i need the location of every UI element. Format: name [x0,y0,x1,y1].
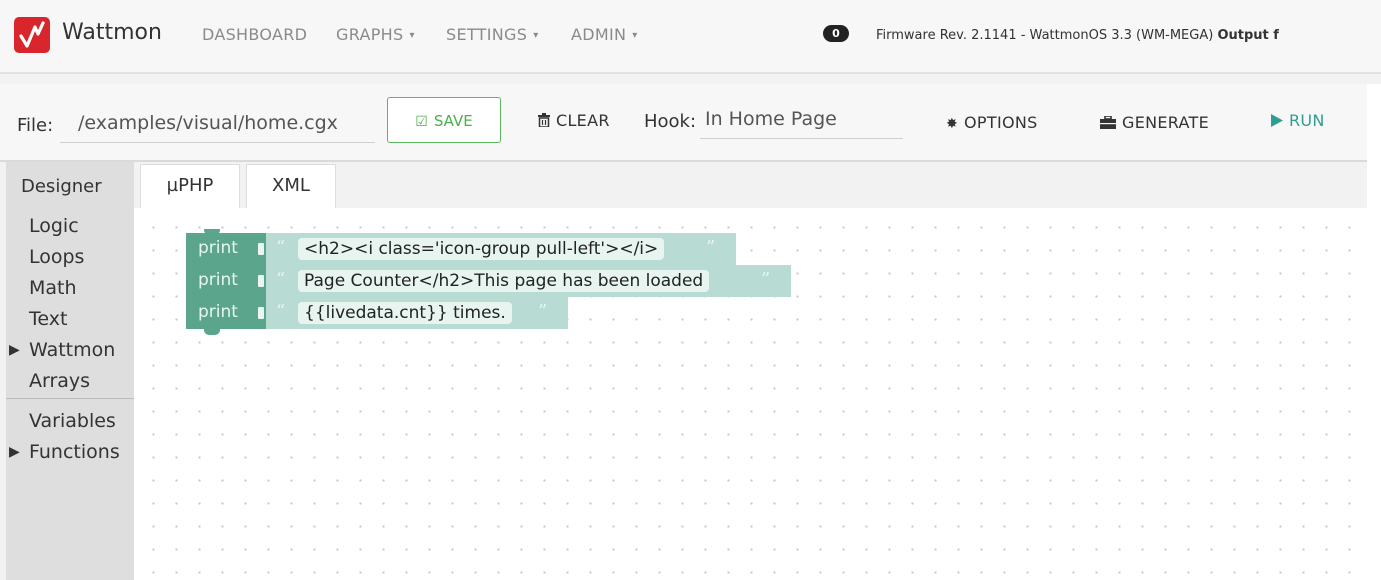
print-block-head: print [186,297,266,329]
chevron-down-icon: ▾ [533,30,539,41]
firmware-info: Firmware Rev. 2.1141 - WattmonOS 3.3 (WM… [876,28,1279,43]
close-quote-icon: ” [761,269,771,290]
expand-arrow-icon: ▶ [9,444,20,460]
briefcase-icon [1100,113,1116,132]
open-quote-icon: “ [276,301,286,322]
chevron-down-icon: ▾ [409,30,415,41]
input-notch [258,243,264,255]
clear-button-label: CLEAR [556,111,610,130]
block-connector-tab [204,329,220,335]
open-quote-icon: “ [276,237,286,258]
top-navbar: Wattmon DASHBOARD GRAPHS ▾ SETTINGS ▾ ADMI… [0,0,1381,74]
file-label: File: [17,115,54,136]
nav-dashboard-label: DASHBOARD [202,25,308,44]
print-block-head: print [186,265,266,297]
open-quote-icon: “ [276,269,286,290]
nav-admin-label: ADMIN [571,25,627,44]
tab-label: µPHP [166,175,214,196]
print-keyword: print [198,270,238,290]
nav-settings-label: SETTINGS [446,25,528,44]
code-view-tabs: µPHP XML [134,162,1367,208]
category-label: Text [29,308,68,330]
category-text[interactable]: Text [29,308,67,330]
input-notch [258,275,264,287]
notification-badge[interactable]: 0 [823,25,849,42]
close-quote-icon: ” [538,301,548,322]
file-path-input[interactable]: /examples/visual/home.cgx [60,110,375,143]
category-label: Logic [29,215,79,237]
run-button-label: RUN [1289,111,1325,130]
tab-label: XML [272,175,310,196]
tab-xml[interactable]: XML [246,164,336,208]
expand-arrow-icon: ▶ [9,342,20,358]
sidebar-divider [6,398,134,399]
category-math[interactable]: Math [29,277,77,299]
wattmon-logo-icon[interactable] [14,17,50,53]
text-field[interactable]: <h2><i class='icon-group pull-left'></i> [298,238,665,260]
options-button[interactable]: ✸ OPTIONS [946,113,1038,132]
print-block-head: print [186,233,266,265]
nav-dashboard[interactable]: DASHBOARD [202,25,307,44]
chevron-down-icon: ▾ [632,30,638,41]
input-notch [258,307,264,319]
nav-graphs-dropdown[interactable]: GRAPHS ▾ [336,25,415,44]
gear-icon: ✸ [946,116,959,132]
clear-button[interactable]: CLEAR [538,111,610,130]
nav-graphs-label: GRAPHS [336,25,404,44]
category-label: Loops [29,246,85,268]
firmware-text: Firmware Rev. 2.1141 - WattmonOS 3.3 (WM… [876,28,1218,43]
category-label: Arrays [29,370,91,392]
nav-settings-dropdown[interactable]: SETTINGS ▾ [446,25,539,44]
text-field[interactable]: Page Counter</h2>This page has been load… [298,270,710,292]
print-keyword: print [198,302,238,322]
category-loops[interactable]: Loops [29,246,84,268]
firmware-output-label: Output f [1217,28,1279,43]
page-edge [1367,84,1381,580]
hook-select[interactable]: In Home Page [700,106,903,139]
blockly-workspace[interactable]: print “ <h2><i class='icon-group pull-le… [134,208,1367,580]
print-keyword: print [198,238,238,258]
print-block[interactable]: print “ <h2><i class='icon-group pull-le… [186,229,736,265]
category-label: Functions [29,441,120,463]
save-button-label: SAVE [433,112,473,130]
category-logic[interactable]: Logic [29,215,79,237]
close-quote-icon: ” [706,237,716,258]
brand-name[interactable]: Wattmon [62,20,162,45]
editor-toolbar: File: /examples/visual/home.cgx ☑ SAVE CL… [0,84,1367,162]
print-block[interactable]: print “ {{livedata.cnt}} times. ” [186,297,568,335]
category-label: Wattmon [29,339,116,361]
trash-icon [538,111,550,130]
category-variables[interactable]: Variables [29,410,116,432]
hook-label: Hook: [644,111,697,132]
category-wattmon[interactable]: ▶ Wattmon [9,339,116,361]
category-label: Variables [29,410,116,432]
check-square-icon: ☑ [415,114,428,130]
generate-button-label: GENERATE [1122,113,1210,132]
nav-admin-dropdown[interactable]: ADMIN ▾ [571,25,638,44]
designer-tab[interactable]: Designer [21,176,102,197]
tab-uphp[interactable]: µPHP [140,164,240,208]
save-button[interactable]: ☑ SAVE [387,97,501,143]
block-category-sidebar: Designer Logic Loops Math Text ▶ Wattmon … [6,162,134,580]
run-button[interactable]: RUN [1271,111,1325,130]
category-label: Math [29,277,77,299]
category-functions[interactable]: ▶ Functions [9,441,120,463]
text-field[interactable]: {{livedata.cnt}} times. [298,302,512,324]
options-button-label: OPTIONS [964,113,1038,132]
print-block[interactable]: print “ Page Counter</h2>This page has b… [186,265,791,297]
play-icon [1271,111,1283,130]
category-arrays[interactable]: Arrays [29,370,90,392]
generate-button[interactable]: GENERATE [1100,113,1209,132]
